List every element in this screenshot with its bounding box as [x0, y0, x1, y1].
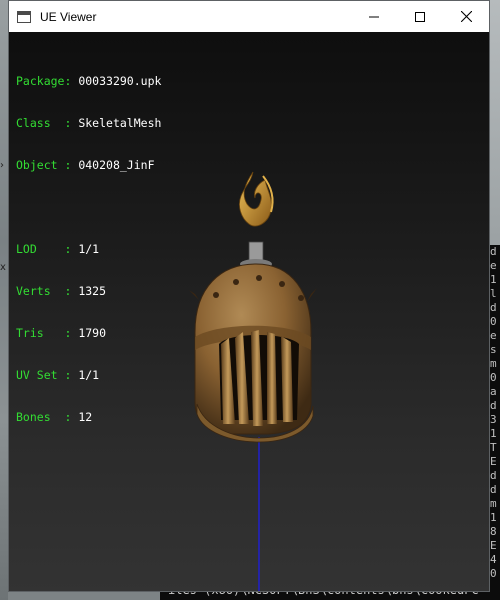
window-title: UE Viewer: [40, 9, 97, 24]
desktop-marker: ›: [0, 160, 4, 171]
maximize-icon: [415, 11, 425, 22]
ue-viewer-window: UE Viewer Package: 00033290.upk Class : …: [8, 0, 490, 592]
3d-viewport[interactable]: Package: 00033290.upk Class : SkeletalMe…: [9, 32, 489, 591]
desktop-marker-x: x: [0, 262, 6, 273]
close-icon: [460, 11, 472, 22]
minimize-icon: [369, 16, 379, 17]
close-button[interactable]: [443, 1, 489, 32]
flame-ornament: [239, 171, 274, 227]
title-bar[interactable]: UE Viewer: [9, 1, 489, 32]
minimize-button[interactable]: [351, 1, 397, 32]
desktop-background-left: [0, 0, 8, 600]
helmet-model: [189, 171, 317, 591]
console-text-edge: d e 1 l d 0 e s m 0 a d 3 1 T E d d m 1 …: [490, 245, 497, 600]
app-window-icon: [17, 10, 31, 23]
maximize-button[interactable]: [397, 1, 443, 32]
